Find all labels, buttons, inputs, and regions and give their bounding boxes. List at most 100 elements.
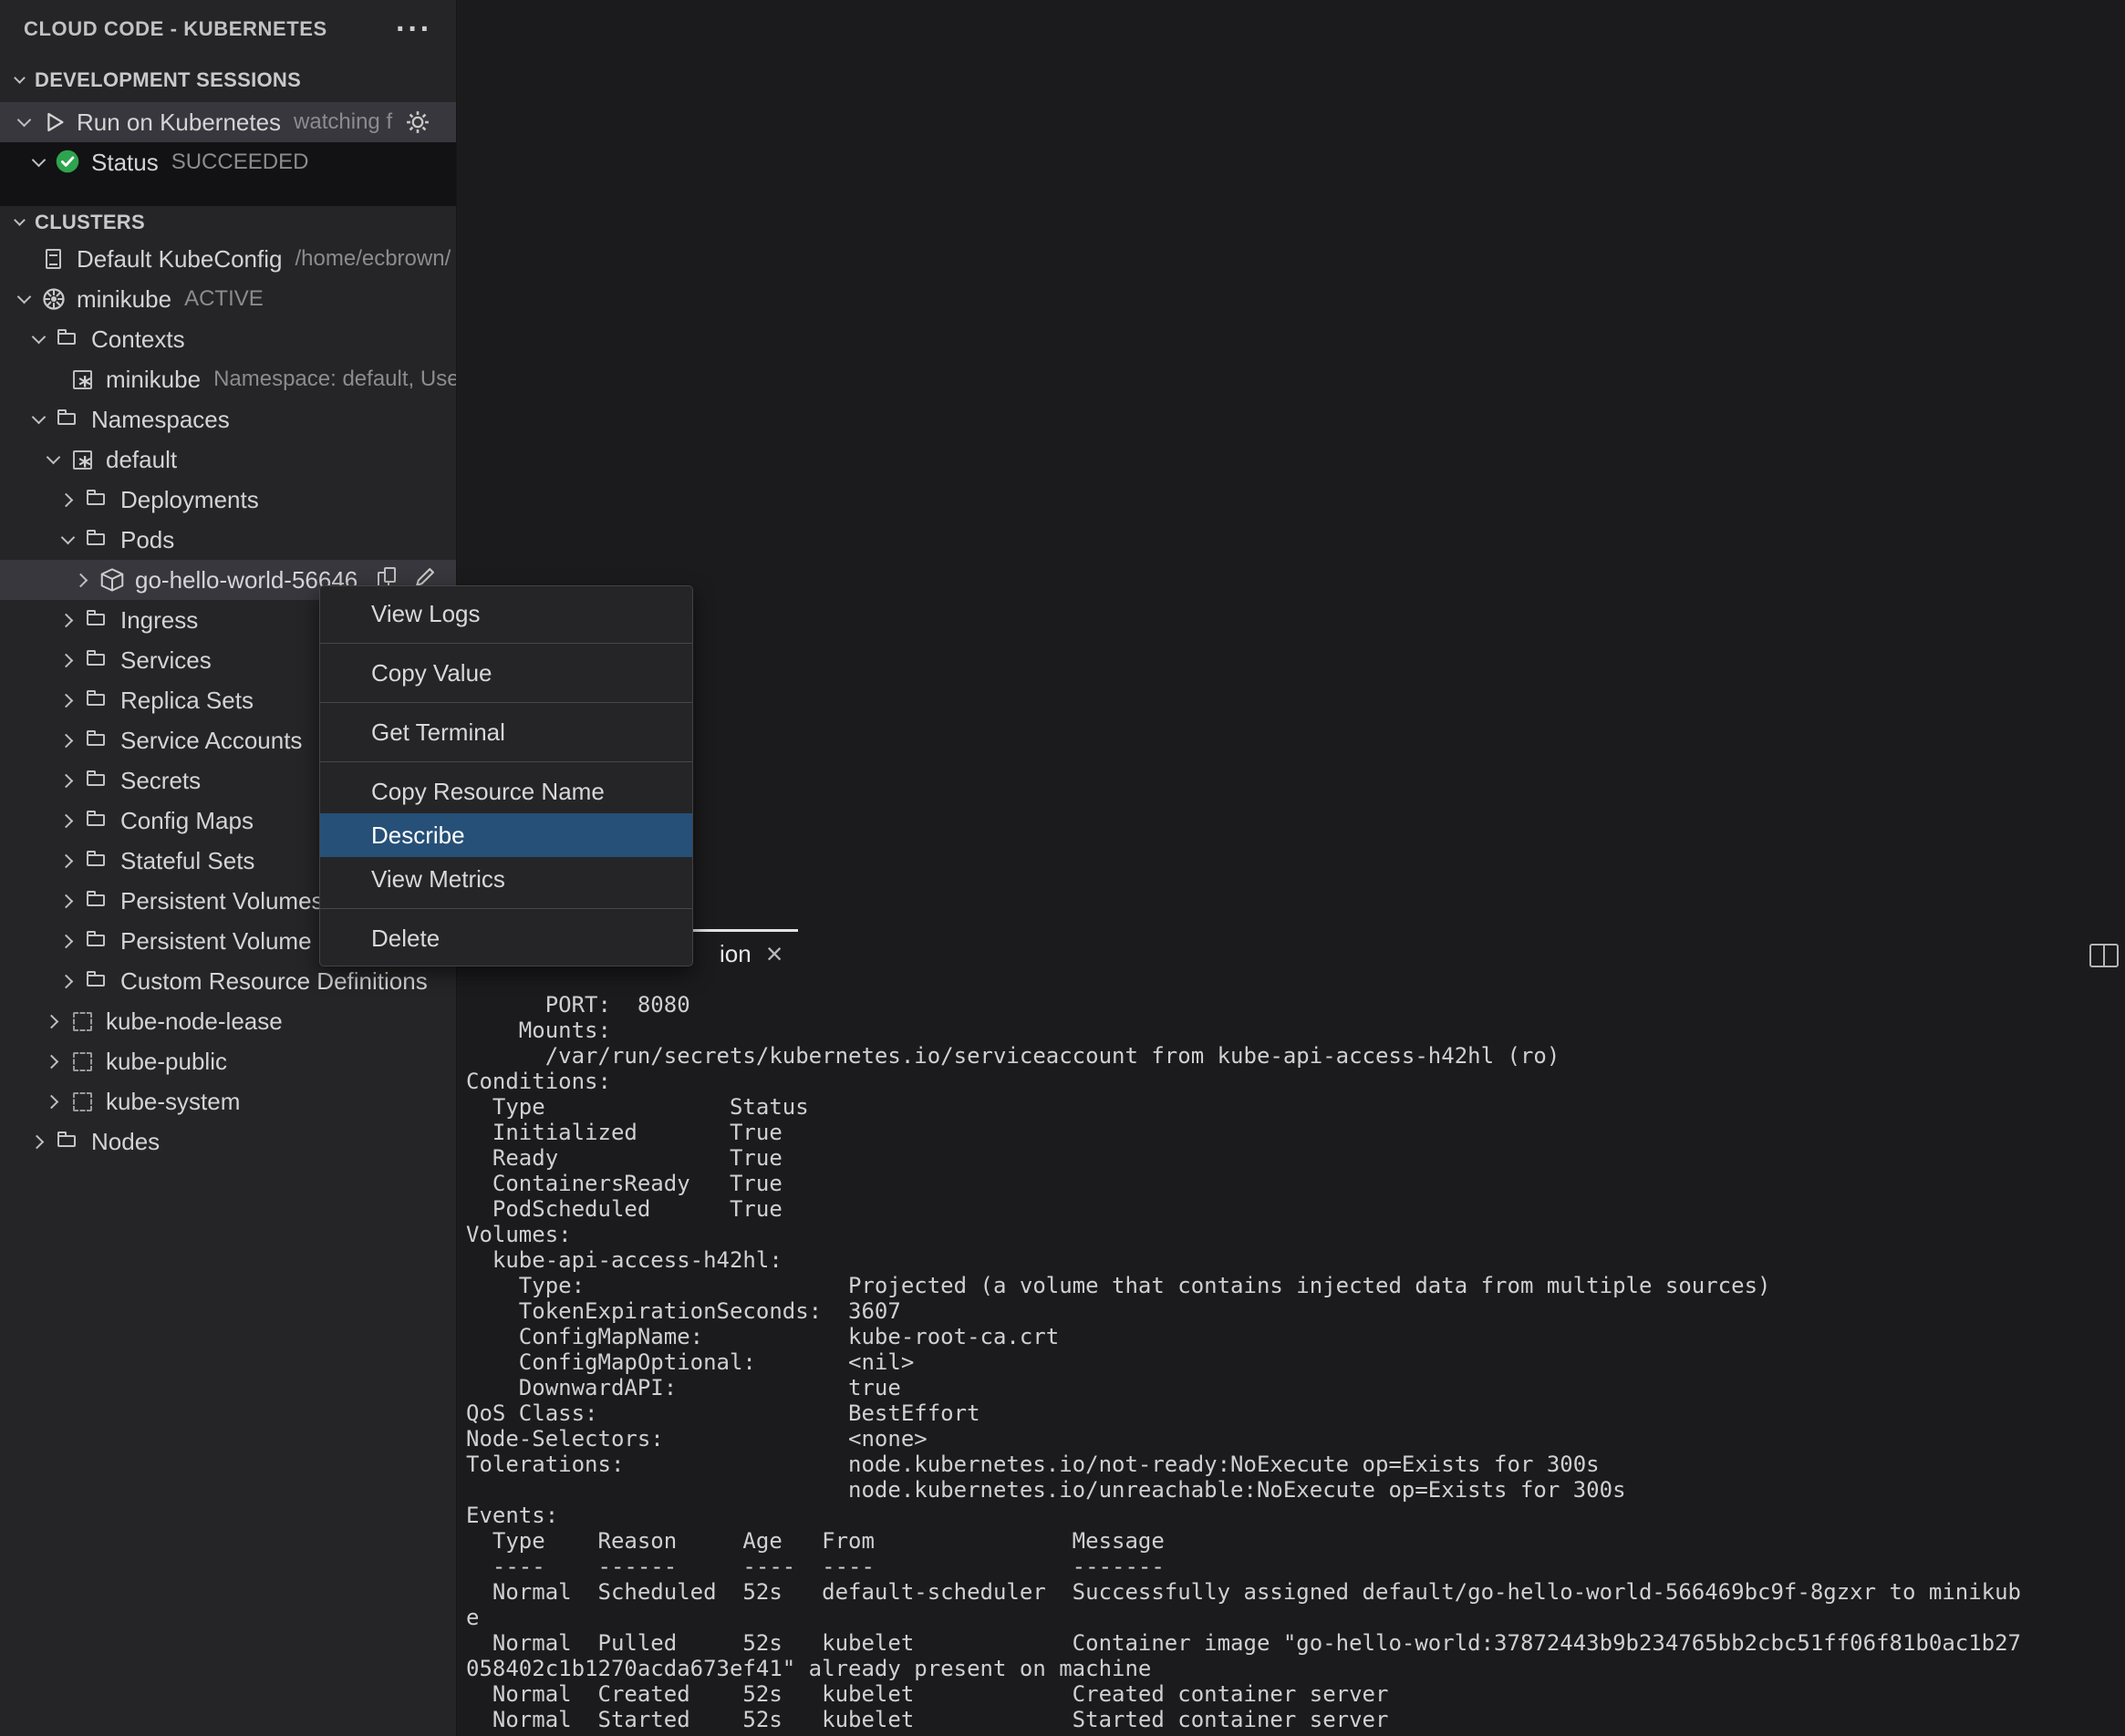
chevron-down-icon[interactable] (26, 399, 51, 439)
chevron-right-icon[interactable] (55, 801, 80, 841)
tree-item-minikube-context[interactable]: minikube Namespace: default, Use (0, 359, 456, 399)
chevron-right-icon[interactable] (40, 1041, 66, 1081)
k8s-wheel-icon (40, 279, 67, 319)
vscode-window: ion × PORT: 8080 Mounts: /var/run/secret… (0, 0, 2125, 1736)
gear-icon[interactable] (405, 109, 430, 141)
chevron-down-icon (9, 60, 29, 100)
context-menu: View Logs Copy Value Get Terminal Copy R… (319, 585, 693, 966)
tree-item-label: Default KubeConfig (77, 244, 283, 273)
tree-item-label: kube-node-lease (106, 1007, 283, 1035)
chevron-right-icon[interactable] (55, 841, 80, 881)
menu-item-view-logs[interactable]: View Logs (320, 592, 692, 636)
chevron-right-icon[interactable] (55, 921, 80, 961)
chevron-down-icon[interactable] (11, 102, 36, 142)
tree-item-description: watching f (294, 109, 393, 134)
star-square-icon (69, 359, 97, 399)
folder-icon (84, 921, 111, 961)
tree-item-label: kube-system (106, 1087, 241, 1115)
tree-item-default-kubeconfig[interactable]: Default KubeConfig /home/ecbrown/ (0, 239, 456, 279)
tree-item-default-namespace[interactable]: default (0, 439, 456, 480)
chevron-right-icon[interactable] (69, 560, 95, 600)
tree-item-description: ACTIVE (184, 286, 264, 311)
chevron-right-icon[interactable] (55, 640, 80, 680)
chevron-down-icon[interactable] (26, 142, 51, 182)
tree-item-description: Namespace: default, Use (213, 367, 456, 391)
star-square-icon (69, 439, 97, 480)
tree-item-contexts[interactable]: Contexts (0, 319, 456, 359)
chevron-down-icon[interactable] (40, 439, 66, 480)
status-value: SUCCEEDED (171, 150, 309, 174)
folder-icon (84, 881, 111, 921)
menu-separator (320, 702, 692, 703)
folder-icon (84, 600, 111, 640)
panel-tab-label: ion (720, 939, 752, 967)
close-icon[interactable]: × (766, 939, 783, 968)
chevron-right-icon[interactable] (55, 480, 80, 520)
tree-item-description: /home/ecbrown/ (295, 246, 451, 271)
tree-item-label: default (106, 445, 178, 473)
chevron-right-icon[interactable] (55, 961, 80, 1001)
tree-item-label: Ingress (120, 605, 199, 634)
section-development-sessions[interactable]: DEVELOPMENT SESSIONS (0, 58, 456, 102)
tree-item-label: Custom Resource Definitions (120, 966, 428, 995)
chevron-right-icon[interactable] (40, 1001, 66, 1041)
tree-item-run-on-kubernetes[interactable]: Run on Kubernetes watching f (0, 102, 456, 142)
folder-icon (84, 680, 111, 720)
tree-item-label: Contexts (91, 325, 185, 353)
tree-item-kube-node-lease[interactable]: kube-node-lease (0, 1001, 456, 1041)
tree-item-label: Secrets (120, 766, 202, 794)
panel-tab[interactable]: ion × (720, 939, 783, 968)
tree-item-kube-public[interactable]: kube-public (0, 1041, 456, 1081)
folder-icon (84, 801, 111, 841)
tree-item-label: Namespaces (91, 405, 230, 433)
chevron-right-icon[interactable] (55, 720, 80, 760)
dashed-square-icon (69, 1081, 97, 1121)
menu-item-get-terminal[interactable]: Get Terminal (320, 710, 692, 754)
tree-item-nodes[interactable]: Nodes (0, 1121, 456, 1162)
menu-item-view-metrics[interactable]: View Metrics (320, 857, 692, 901)
folder-icon (55, 1121, 82, 1162)
section-header-label: DEVELOPMENT SESSIONS (35, 68, 302, 91)
folder-icon (84, 720, 111, 760)
chevron-right-icon[interactable] (55, 760, 80, 801)
split-editor-icon[interactable] (2089, 944, 2119, 967)
chevron-right-icon[interactable] (55, 881, 80, 921)
section-clusters[interactable]: CLUSTERS (0, 206, 456, 239)
menu-item-copy-value[interactable]: Copy Value (320, 651, 692, 695)
chevron-down-icon[interactable] (55, 520, 80, 560)
chevron-down-icon[interactable] (26, 319, 51, 359)
pod-cube-icon (98, 560, 126, 600)
more-actions-icon[interactable] (396, 12, 432, 47)
menu-item-describe[interactable]: Describe (320, 813, 692, 857)
chevron-right-icon[interactable] (55, 600, 80, 640)
chevron-right-icon[interactable] (55, 680, 80, 720)
tree-item-custom-resource-definitions[interactable]: Custom Resource Definitions (0, 961, 456, 1001)
dashed-square-icon (69, 1001, 97, 1041)
chevron-down-icon[interactable] (11, 279, 36, 319)
tree-item-deployments[interactable]: Deployments (0, 480, 456, 520)
tree-item-namespaces[interactable]: Namespaces (0, 399, 456, 439)
chevron-right-icon[interactable] (26, 1121, 51, 1162)
chevron-right-icon[interactable] (40, 1081, 66, 1121)
tree-item-label: Deployments (120, 485, 259, 513)
tree-item-pods[interactable]: Pods (0, 520, 456, 560)
folder-icon (84, 760, 111, 801)
tree-item-minikube-cluster[interactable]: minikube ACTIVE (0, 279, 456, 319)
success-check-icon (55, 142, 82, 182)
file-icon (40, 239, 67, 279)
tree-item-label: Stateful Sets (120, 846, 255, 874)
menu-separator (320, 761, 692, 762)
folder-icon (84, 640, 111, 680)
tree-item-kube-system[interactable]: kube-system (0, 1081, 456, 1121)
active-tab-indicator (687, 929, 798, 932)
menu-item-delete[interactable]: Delete (320, 916, 692, 960)
folder-icon (84, 480, 111, 520)
editor-area: ion × PORT: 8080 Mounts: /var/run/secret… (457, 0, 2125, 1736)
dev-sessions-block: Run on Kubernetes watching f Status SUCC… (0, 102, 456, 206)
folder-icon (55, 319, 82, 359)
tree-item-status[interactable]: Status SUCCEEDED (0, 142, 456, 182)
folder-icon (84, 520, 111, 560)
menu-item-copy-resource-name[interactable]: Copy Resource Name (320, 770, 692, 813)
